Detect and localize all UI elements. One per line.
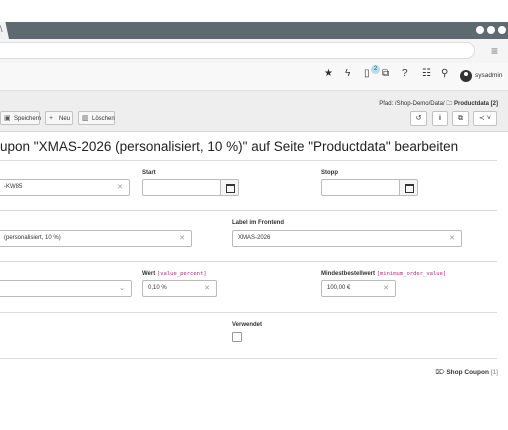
open-new-window-button[interactable]: ⧉ (452, 111, 469, 126)
divider (0, 160, 497, 161)
record-footer: ⌦ Shop Coupon [1] (435, 369, 498, 376)
list-icon[interactable]: ☷ (422, 68, 431, 79)
folder-icon: 🗀 (446, 101, 453, 107)
app-topbar: ★ ϟ ▯ 2 ⧉ ? ☷ ⚲ sysadmin (0, 63, 508, 91)
used-label: Verwendet (232, 322, 263, 328)
value-input[interactable]: 0,10 % ✕ (142, 280, 217, 297)
chevron-down-icon: ⌄ (119, 285, 125, 292)
divider (0, 261, 497, 262)
url-input[interactable] (0, 42, 475, 59)
new-button[interactable]: + Neu (45, 111, 73, 125)
browser-tab-label: \ (0, 24, 3, 34)
windows-icon[interactable]: ⧉ (382, 68, 389, 79)
stop-date-input[interactable] (321, 179, 400, 196)
window-minimize-dot[interactable] (476, 26, 484, 34)
delete-button[interactable]: ▥ Löschen (78, 111, 115, 125)
share-dropdown-button[interactable]: ≺ ˅ (473, 111, 497, 126)
calendar-icon[interactable] (220, 179, 239, 196)
browser-titlebar (0, 22, 508, 39)
page-title: upon "XMAS-2026 (personalisiert, 10 %)" … (0, 139, 459, 154)
username[interactable]: sysadmin (475, 72, 502, 79)
divider (0, 312, 497, 313)
type-select[interactable]: ⌄ (0, 280, 132, 297)
breadcrumb-prefix: Pfad: /Shop-Demo/Data/ (379, 101, 445, 107)
info-icon: i (439, 115, 441, 122)
clear-icon[interactable]: ✕ (179, 231, 185, 246)
user-avatar-icon[interactable] (460, 70, 472, 82)
clear-icon[interactable]: ✕ (383, 281, 389, 296)
code-input[interactable]: -KW85 ✕ (0, 179, 130, 196)
used-checkbox[interactable] (232, 332, 242, 342)
search-icon[interactable]: ⚲ (441, 68, 448, 79)
share-icon: ≺ ˅ (479, 115, 491, 122)
stop-label: Stopp (321, 170, 338, 176)
start-date-input[interactable] (142, 179, 221, 196)
plus-icon: + (49, 115, 54, 122)
calendar-icon[interactable] (399, 179, 418, 196)
history-icon: ↺ (415, 115, 422, 122)
save-icon: ▣ (4, 115, 11, 122)
breadcrumb: Pfad: /Shop-Demo/Data/ 🗀 Productdata [2] (379, 99, 498, 109)
document-icon[interactable]: ▯ (364, 68, 370, 79)
save-button[interactable]: ▣ Speichern (0, 111, 41, 125)
notification-badge: 2 (371, 65, 380, 74)
min-order-input[interactable]: 100,00 € ✕ (321, 280, 396, 297)
clear-icon[interactable]: ✕ (117, 180, 123, 195)
window-maximize-dot[interactable] (487, 26, 495, 34)
browser-menu-icon[interactable]: ≡ (491, 44, 498, 58)
value-label: Wert [value_percent] (142, 271, 207, 277)
star-icon[interactable]: ★ (324, 68, 333, 79)
clear-icon[interactable]: ✕ (449, 231, 455, 246)
breadcrumb-current[interactable]: Productdata [2] (454, 101, 498, 107)
min-order-label: Mindestbestellwert [minimum_order_value] (321, 271, 447, 277)
window-close-dot[interactable] (498, 26, 506, 34)
bolt-icon[interactable]: ϟ (345, 68, 350, 79)
top-margin (0, 0, 508, 22)
external-link-icon: ⧉ (458, 115, 463, 122)
frontend-label: Label im Frontend (232, 220, 285, 226)
divider (0, 358, 497, 359)
frontend-label-input[interactable]: XMAS-2026 ✕ (232, 230, 462, 247)
start-label: Start (142, 170, 156, 176)
history-button[interactable]: ↺ (410, 111, 427, 126)
title-input[interactable]: (personalisiert, 10 %) ✕ (0, 230, 192, 247)
clear-icon[interactable]: ✕ (204, 281, 210, 296)
browser-address-bar: ≡ (0, 39, 508, 64)
divider (0, 210, 497, 211)
trash-icon: ▥ (82, 115, 89, 122)
coupon-icon: ⌦ (435, 369, 445, 376)
info-button[interactable]: i (432, 111, 448, 126)
help-icon[interactable]: ? (402, 68, 408, 79)
